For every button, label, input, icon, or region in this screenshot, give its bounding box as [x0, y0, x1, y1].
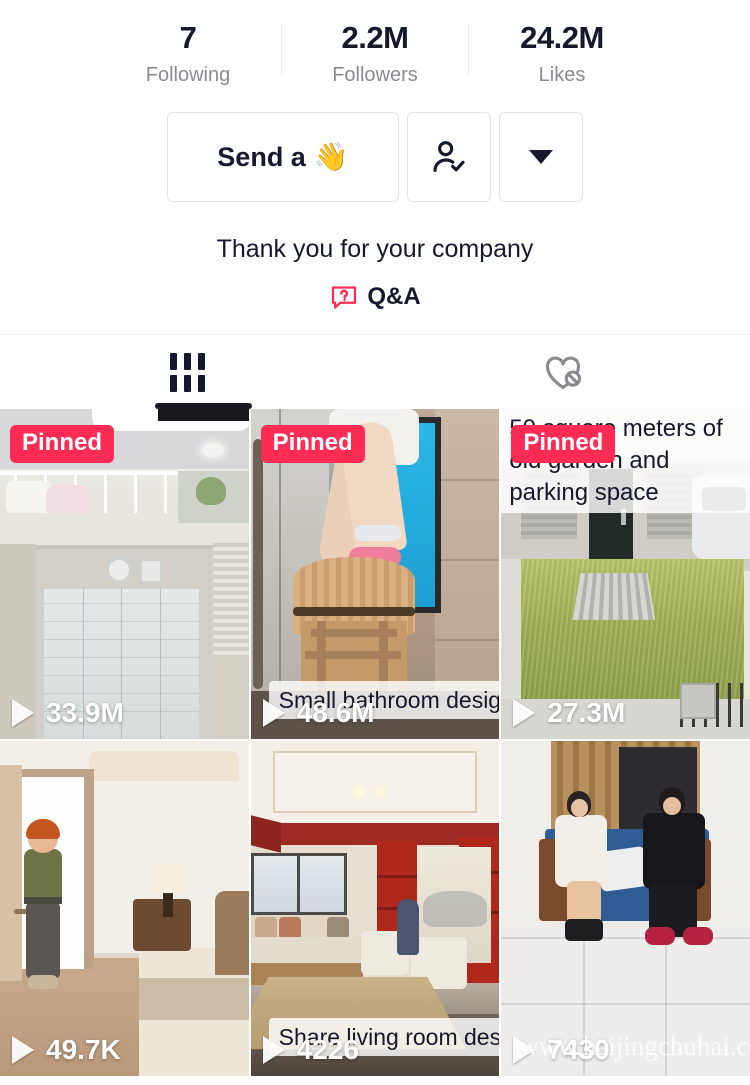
play-icon [262, 699, 285, 727]
video-tile[interactable]: 50 square meters of old garden and parki… [501, 409, 750, 739]
view-count: 48.6M [296, 697, 375, 728]
play-icon [12, 699, 34, 727]
tab-videos[interactable] [0, 335, 375, 409]
stat-divider [281, 24, 282, 76]
video-grid: Pinned 33.9M Pinned Small bathroom desig… [0, 409, 750, 1076]
stat-divider [468, 24, 469, 76]
waving-hand-icon: 👋 [313, 141, 349, 172]
video-tile[interactable]: Share living room design 4226 [250, 741, 500, 1076]
view-count-group: 27.3M [513, 697, 625, 729]
profile-tabs [0, 334, 750, 409]
stat-following[interactable]: 7 Following [113, 18, 263, 90]
play-icon [262, 1036, 285, 1064]
tiktok-profile-screen: 7 Following 2.2M Followers 24.2M Likes S… [0, 0, 750, 1085]
view-count-group: 49.7K [12, 1034, 121, 1066]
grid-icon [170, 352, 205, 392]
qa-label: Q&A [367, 283, 421, 310]
stat-likes[interactable]: 24.2M Likes [487, 18, 637, 90]
following-status-button[interactable] [407, 112, 491, 202]
followers-label: Followers [332, 64, 418, 86]
more-options-button[interactable] [499, 112, 583, 202]
view-count: 49.7K [46, 1034, 121, 1065]
view-count: 33.9M [46, 697, 124, 728]
view-count-group: 33.9M [12, 697, 124, 729]
qa-link[interactable]: Q&A [0, 282, 750, 312]
following-count: 7 [179, 20, 197, 55]
view-count-group: 48.6M [262, 697, 375, 729]
video-tile[interactable]: 49.7K [0, 741, 249, 1076]
person-check-icon [433, 141, 465, 172]
profile-actions: Send a 👋 [0, 112, 750, 202]
view-count: 4226 [296, 1034, 359, 1065]
video-thumbnail [0, 741, 249, 1076]
profile-bio: Thank you for your company [216, 235, 534, 263]
pinned-badge: Pinned [511, 425, 616, 463]
followers-count: 2.2M [341, 20, 409, 55]
send-message-button[interactable]: Send a 👋 [167, 112, 399, 202]
site-watermark: www.haijingchuhai.com [519, 1031, 750, 1061]
tab-liked-private[interactable] [375, 335, 750, 409]
chevron-down-icon [529, 150, 553, 164]
likes-label: Likes [538, 64, 586, 86]
video-thumbnail [501, 741, 750, 1076]
video-tile[interactable]: www.haijingchuhai.com 7430 [501, 741, 750, 1076]
video-tile[interactable]: Pinned 33.9M [0, 409, 249, 739]
pinned-badge: Pinned [10, 425, 115, 463]
view-count: 27.3M [547, 697, 626, 728]
send-button-label: Send a [217, 141, 306, 172]
heart-slash-icon [545, 356, 581, 389]
following-label: Following [145, 64, 231, 86]
pinned-badge: Pinned [260, 425, 365, 463]
view-count-group: 4226 [262, 1034, 359, 1066]
stat-followers[interactable]: 2.2M Followers [300, 18, 450, 90]
play-icon [513, 699, 536, 727]
likes-count: 24.2M [520, 20, 604, 55]
profile-stats: 7 Following 2.2M Followers 24.2M Likes [0, 0, 750, 104]
play-icon [12, 1036, 34, 1064]
send-button-content: Send a 👋 [217, 142, 348, 173]
video-tile[interactable]: Pinned Small bathroom design 48.6M [250, 409, 500, 739]
question-bubble-icon [332, 286, 357, 309]
